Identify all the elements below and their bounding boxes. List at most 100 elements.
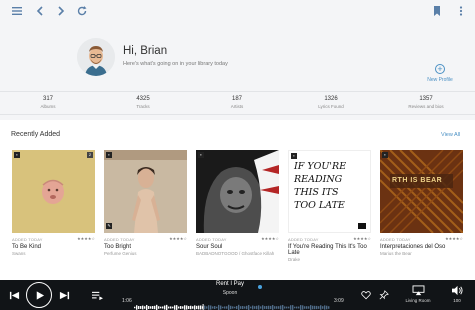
album-cover[interactable]: IF YOU'RE READING THIS ITS TOO LATE ▪ bbox=[288, 150, 371, 233]
heart-icon[interactable] bbox=[360, 289, 372, 301]
album-title: Too Bright bbox=[104, 244, 132, 250]
waveform-bar bbox=[238, 304, 240, 310]
album-cover[interactable]: RTH IS BEAR ▪ bbox=[380, 150, 463, 233]
waveform-bar bbox=[260, 306, 262, 309]
waveform-bar bbox=[236, 305, 238, 310]
album-cover[interactable]: ▪ ✎ bbox=[104, 150, 187, 233]
waveform-bar bbox=[136, 305, 138, 310]
disc-count-icon: 2 bbox=[87, 152, 93, 158]
album-artist: BADBADNOTGOOD / Ghostface Killah bbox=[196, 251, 275, 256]
back-icon[interactable] bbox=[33, 4, 47, 18]
waveform-bar bbox=[230, 305, 232, 310]
waveform-bar bbox=[322, 306, 324, 309]
stat-label: Albums bbox=[40, 104, 56, 109]
cover-art-text: IF YOU'RE READING THIS ITS TOO LATE bbox=[294, 160, 346, 212]
waveform-bar bbox=[166, 304, 168, 310]
album-card[interactable]: ▪ ADDED TODAY Sour Soul BADBADNOTGOOD / … bbox=[196, 150, 279, 256]
album-rating[interactable]: ★★★★☆ bbox=[353, 236, 371, 241]
previous-track-icon[interactable] bbox=[8, 289, 20, 301]
waveform-bar bbox=[262, 305, 264, 310]
album-title: Sour Soul bbox=[196, 244, 223, 250]
album-card[interactable]: ▪ ✎ ADDED TODAY Too Bright Perfume Geniu… bbox=[104, 150, 187, 256]
pin-icon[interactable] bbox=[378, 289, 390, 301]
waveform-bar bbox=[214, 305, 216, 310]
seek-bar[interactable] bbox=[134, 298, 330, 310]
device-label[interactable]: Living Room bbox=[400, 298, 436, 303]
next-track-icon[interactable] bbox=[58, 289, 70, 301]
waveform-bar bbox=[318, 306, 320, 309]
waveform-bar bbox=[272, 305, 274, 310]
waveform-bar bbox=[240, 306, 242, 309]
album-rating[interactable]: ★★★★☆ bbox=[445, 236, 463, 241]
waveform-bar bbox=[144, 306, 146, 309]
forward-icon[interactable] bbox=[54, 4, 68, 18]
album-rating[interactable]: ★★★★☆ bbox=[261, 236, 279, 241]
waveform-bar bbox=[300, 305, 302, 310]
album-rating[interactable]: ★★★★☆ bbox=[77, 236, 95, 241]
view-all-link[interactable]: View All bbox=[441, 132, 460, 138]
now-playing-artist[interactable]: Spoon bbox=[180, 290, 280, 296]
waveform-bar bbox=[146, 304, 148, 310]
waveform-bar bbox=[150, 306, 152, 309]
waveform-bar bbox=[218, 304, 220, 310]
waveform-bar bbox=[280, 305, 282, 310]
album-card[interactable]: ▪ 2 ADDED TODAY To Be Kind Swans ★★★★☆ bbox=[12, 150, 95, 256]
waveform-bar bbox=[296, 306, 298, 309]
cast-device-icon[interactable] bbox=[411, 284, 425, 296]
waveform-bar bbox=[182, 306, 184, 309]
library-stats: 317 Albums 4325 Tracks 187 Artists 1326 … bbox=[0, 91, 475, 115]
waveform-bar bbox=[256, 305, 258, 310]
now-playing-indicator bbox=[258, 285, 262, 289]
player-bar: Rent I Pay Spoon 1:06 3:09 Living Room 1… bbox=[0, 280, 475, 310]
bookmark-icon[interactable] bbox=[430, 4, 444, 18]
menu-icon[interactable] bbox=[10, 4, 24, 18]
album-card[interactable]: RTH IS BEAR ▪ ADDED TODAY Interpretacion… bbox=[380, 150, 463, 256]
greeting-subtitle: Here's what's going on in your library t… bbox=[123, 61, 228, 67]
album-cover[interactable]: ▪ 2 bbox=[12, 150, 95, 233]
waveform-bar bbox=[290, 305, 292, 310]
waveform-bar bbox=[158, 306, 160, 309]
waveform-bar bbox=[172, 306, 174, 309]
play-button[interactable] bbox=[26, 282, 52, 308]
stat-artists[interactable]: 187 Artists bbox=[207, 96, 267, 109]
waveform-bar bbox=[298, 306, 300, 309]
waveform-bar bbox=[186, 305, 188, 310]
album-cover[interactable]: ▪ bbox=[196, 150, 279, 233]
stat-reviews[interactable]: 1357 Reviews and bios bbox=[396, 96, 456, 109]
stat-tracks[interactable]: 4325 Tracks bbox=[113, 96, 173, 109]
album-artist: Marius the Bear bbox=[380, 251, 412, 256]
new-profile-button[interactable]: + New Profile bbox=[420, 64, 460, 83]
album-type-icon: ▪ bbox=[382, 152, 388, 158]
stat-albums[interactable]: 317 Albums bbox=[18, 96, 78, 109]
album-card[interactable]: IF YOU'RE READING THIS ITS TOO LATE ▪ AD… bbox=[288, 150, 371, 262]
waveform-bar bbox=[264, 306, 266, 309]
album-rating[interactable]: ★★★★☆ bbox=[169, 236, 187, 241]
waveform-bar bbox=[304, 306, 306, 309]
queue-icon[interactable] bbox=[90, 289, 104, 301]
edit-icon[interactable]: ✎ bbox=[106, 223, 112, 229]
waveform-bar bbox=[242, 305, 244, 310]
album-artist: Perfume Genius bbox=[104, 251, 137, 256]
waveform-bar bbox=[204, 305, 206, 310]
waveform-bar bbox=[154, 305, 156, 310]
waveform-bar bbox=[140, 306, 142, 309]
now-playing-title[interactable]: Rent I Pay bbox=[180, 281, 280, 287]
stat-label: Lyrics Found bbox=[318, 104, 344, 109]
volume-icon[interactable] bbox=[450, 284, 464, 296]
waveform-bar bbox=[160, 306, 162, 309]
playhead[interactable] bbox=[202, 304, 204, 310]
waveform-bar bbox=[234, 306, 236, 309]
stat-lyrics[interactable]: 1326 Lyrics Found bbox=[301, 96, 361, 109]
album-artist: Swans bbox=[12, 251, 26, 256]
waveform-bar bbox=[190, 305, 192, 310]
waveform-bar bbox=[156, 304, 158, 310]
stat-value: 317 bbox=[42, 96, 53, 102]
refresh-icon[interactable] bbox=[75, 4, 89, 18]
new-profile-label: New Profile bbox=[427, 77, 453, 83]
total-time: 3:09 bbox=[334, 298, 344, 304]
more-icon[interactable] bbox=[454, 4, 468, 18]
waveform-bar bbox=[254, 306, 256, 309]
waveform-bar bbox=[306, 306, 308, 309]
cover-line: READING bbox=[294, 174, 343, 185]
avatar[interactable] bbox=[77, 38, 115, 76]
